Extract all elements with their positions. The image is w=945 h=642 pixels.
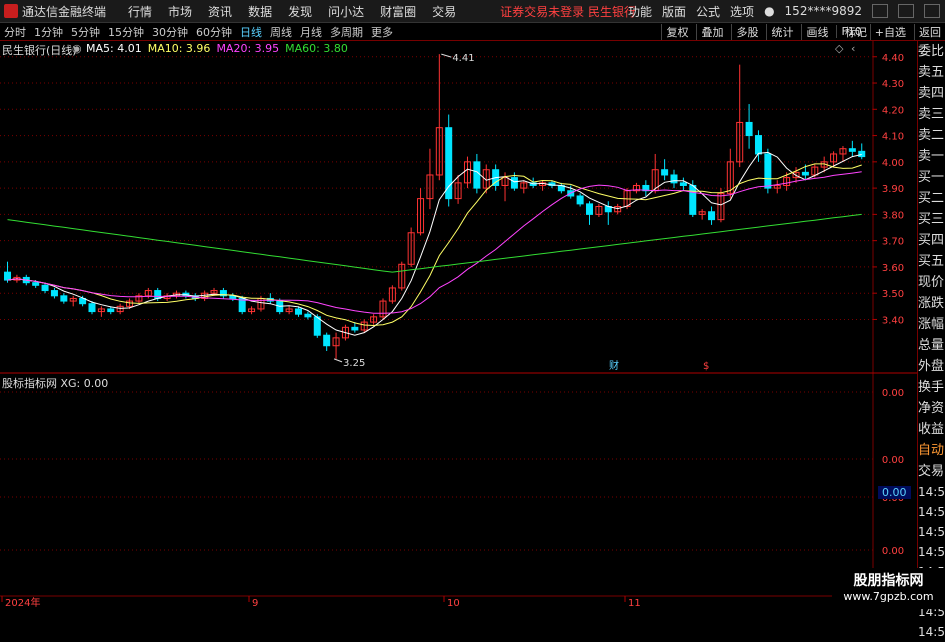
y-tick-label: 4.40 xyxy=(882,53,904,64)
candle-body xyxy=(764,153,772,189)
close-icon[interactable] xyxy=(924,4,940,18)
y-tick-label: 3.90 xyxy=(882,184,904,195)
ma-legend: MA5: 4.01 MA10: 3.96 MA20: 3.95 MA60: 3.80 xyxy=(86,42,354,55)
candle-body xyxy=(445,127,453,200)
quote-label-6: 买二 xyxy=(918,191,945,206)
y-tick-label: 4.30 xyxy=(882,79,904,90)
candle-body xyxy=(510,177,518,189)
candle-body xyxy=(50,290,58,297)
quote-label-7: 买三 xyxy=(918,212,945,227)
quote-label-12: 涨幅 xyxy=(918,317,945,332)
quote-label-4: 卖一 xyxy=(918,149,945,164)
indicator-tick-label: 0.00 xyxy=(882,455,904,466)
y-tick-label: 4.10 xyxy=(882,132,904,143)
trade-time-3: 14:56 xyxy=(918,545,945,559)
candle-body xyxy=(107,308,115,313)
quote-label-0: 卖五 xyxy=(918,65,945,80)
quote-label-5: 买一 xyxy=(918,170,945,185)
candle-body xyxy=(41,284,49,292)
watermark-title: 股朋指标网 xyxy=(853,573,924,589)
x-tick-label: 10 xyxy=(447,598,460,609)
candle-body xyxy=(586,203,594,215)
quote-weibi: 委比 xyxy=(918,44,945,59)
stock-label: 民生银行(日线) xyxy=(2,44,77,57)
indicator-tick-label: 0.00 xyxy=(882,546,904,557)
ma-label-3: MA60: 3.80 xyxy=(285,42,348,55)
candle-body xyxy=(60,295,68,302)
quote-label-13: 总量 xyxy=(918,338,945,353)
candle-body xyxy=(745,121,753,137)
indicator-current: 0.00 xyxy=(878,486,911,499)
candle-body xyxy=(801,171,809,176)
mark-tag: 标记 xyxy=(845,25,867,39)
quote-label-3: 卖二 xyxy=(918,128,945,143)
tool-button-7[interactable]: 返回 xyxy=(914,23,941,40)
candle-body xyxy=(88,303,96,313)
trade-time-1: 14:56 xyxy=(918,505,945,519)
dividend-marker: $ xyxy=(703,361,709,372)
ma-label-2: MA20: 3.95 xyxy=(216,42,280,55)
candle-body xyxy=(323,334,331,347)
quote-label-14: 外盘 xyxy=(918,359,945,374)
candle-body xyxy=(4,271,12,281)
quote-label-10: 现价 xyxy=(918,275,945,290)
watermark-url: www.7gpzb.com xyxy=(843,590,934,603)
indicator-tick-label: 0.00 xyxy=(882,388,904,399)
candle-body xyxy=(661,169,669,176)
candle-body xyxy=(576,195,584,205)
candle-body xyxy=(848,148,856,152)
quote-label-1: 卖四 xyxy=(918,86,945,101)
low-label: 3.25 xyxy=(343,358,365,369)
ma60-line xyxy=(7,213,862,273)
quote-label-2: 卖三 xyxy=(918,107,945,122)
y-tick-label: 3.40 xyxy=(882,315,904,326)
quote-label-11: 涨跌 xyxy=(918,296,945,311)
candle-body xyxy=(689,184,697,215)
kline-chart[interactable]: 4.40 4.30 4.20 4.10 4.00 3.90 3.80 3.70 3.60 3.50… xyxy=(0,0,917,609)
indicator-label: 股标指标网 XG: 0.00 xyxy=(2,377,109,390)
x-tick-label: 2024年 xyxy=(5,596,40,609)
settings-icon[interactable]: ◉ xyxy=(72,42,82,55)
quote-label-16: 净资 xyxy=(918,401,945,416)
x-tick-label: 11 xyxy=(628,598,641,609)
low-pointer xyxy=(333,358,343,363)
diamond-icon[interactable]: ◇ xyxy=(835,42,843,55)
candle-body xyxy=(708,211,716,221)
auto-label[interactable]: 自动 xyxy=(918,440,945,461)
high-pointer xyxy=(441,53,452,58)
chevron-left-icon[interactable]: ‹ xyxy=(851,42,855,55)
quote-label-15: 换手 xyxy=(918,380,945,395)
candle-body xyxy=(670,174,678,184)
quote-label-8: 买四 xyxy=(918,233,945,248)
candle-body xyxy=(351,326,359,331)
candle-body xyxy=(295,308,303,315)
high-label: 4.41 xyxy=(452,53,474,64)
candle-body xyxy=(32,282,40,286)
quote-panel: 委比 R 卖五卖四卖三卖二卖一买一买二买三买四买五现价涨跌涨幅总量外盘换手净资收… xyxy=(917,41,945,639)
y-tick-label: 3.60 xyxy=(882,263,904,274)
trade-time-0: 14:56 xyxy=(918,485,945,499)
watermark: 股朋指标网 www.7gpzb.com xyxy=(832,568,945,609)
y-tick-label: 3.80 xyxy=(882,210,904,221)
ma-label-0: MA5: 4.01 xyxy=(86,42,142,55)
candle-body xyxy=(313,316,321,336)
finance-marker: 财 xyxy=(609,359,619,372)
candle-body xyxy=(679,182,687,186)
trade-label[interactable]: 交易 xyxy=(918,461,945,482)
ma-label-1: MA10: 3.96 xyxy=(147,42,211,55)
candle-body xyxy=(754,135,762,155)
y-tick-label: 4.20 xyxy=(882,105,904,116)
x-tick-label: 9 xyxy=(252,598,258,609)
trade-time-2: 14:56 xyxy=(918,525,945,539)
candle-body xyxy=(858,150,866,158)
candle-body xyxy=(304,313,312,318)
quote-label-17: 收益 xyxy=(918,422,945,437)
y-tick-label: 3.70 xyxy=(882,237,904,248)
y-tick-label: 4.00 xyxy=(882,158,904,169)
candle-body xyxy=(154,290,162,299)
trade-time-7: 14:56 xyxy=(918,625,945,639)
quote-label-9: 买五 xyxy=(918,254,945,269)
candle-body xyxy=(473,161,481,189)
y-tick-label: 3.50 xyxy=(882,289,904,300)
